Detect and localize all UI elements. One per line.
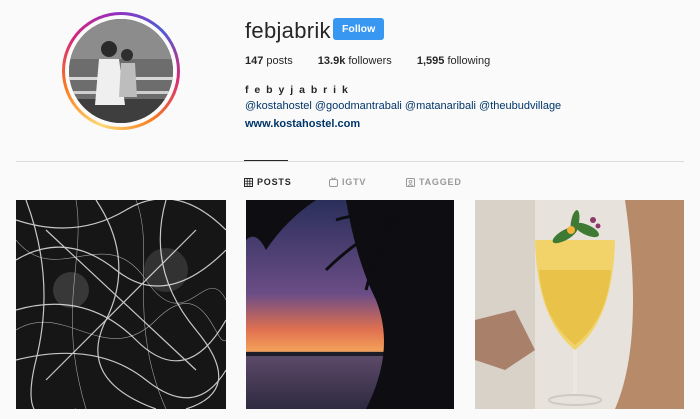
active-tab-indicator xyxy=(244,160,288,161)
tab-igtv-label: IGTV xyxy=(342,177,367,187)
posts-count: 147 xyxy=(245,55,264,67)
posts-label: posts xyxy=(266,55,293,67)
igtv-icon xyxy=(329,177,338,187)
profile-website-link[interactable]: www.kostahostel.com xyxy=(245,118,360,130)
followers-count: 13.9k xyxy=(317,55,346,67)
profile-stats: 147 posts 13.9k followers 1,595 followin… xyxy=(245,55,512,67)
followers-label: followers xyxy=(348,55,392,67)
post-image-sunset xyxy=(246,200,454,409)
following-stat[interactable]: 1,595 following xyxy=(417,55,490,67)
tab-tagged[interactable]: TAGGED xyxy=(406,177,462,187)
grid-icon xyxy=(244,177,253,187)
post-thumbnail[interactable] xyxy=(246,200,454,409)
tab-posts-label: POSTS xyxy=(257,177,292,187)
post-image-web xyxy=(16,200,226,409)
bio-mentions[interactable]: @kostahostel @goodmantrabali @matanariba… xyxy=(245,100,561,112)
section-divider xyxy=(16,161,684,162)
profile-username: febjabrik xyxy=(245,18,331,43)
avatar-photo xyxy=(69,19,173,123)
avatar-image xyxy=(69,19,173,123)
posts-stat: 147 posts xyxy=(245,55,293,67)
tab-posts[interactable]: POSTS xyxy=(244,177,292,187)
tagged-icon xyxy=(406,177,415,187)
profile-avatar[interactable] xyxy=(62,12,180,130)
following-count: 1,595 xyxy=(416,55,445,67)
profile-full-name: f e b y j a b r i k xyxy=(245,84,350,96)
following-label: following xyxy=(447,55,491,67)
tab-igtv[interactable]: IGTV xyxy=(329,177,366,187)
avatar-inner xyxy=(65,15,177,127)
followers-stat[interactable]: 13.9k followers xyxy=(318,55,392,67)
follow-button[interactable]: Follow xyxy=(333,18,385,40)
tab-tagged-label: TAGGED xyxy=(419,177,462,187)
post-thumbnail[interactable] xyxy=(475,200,684,409)
post-thumbnail[interactable] xyxy=(16,200,226,409)
post-image-cocktail xyxy=(475,200,684,409)
